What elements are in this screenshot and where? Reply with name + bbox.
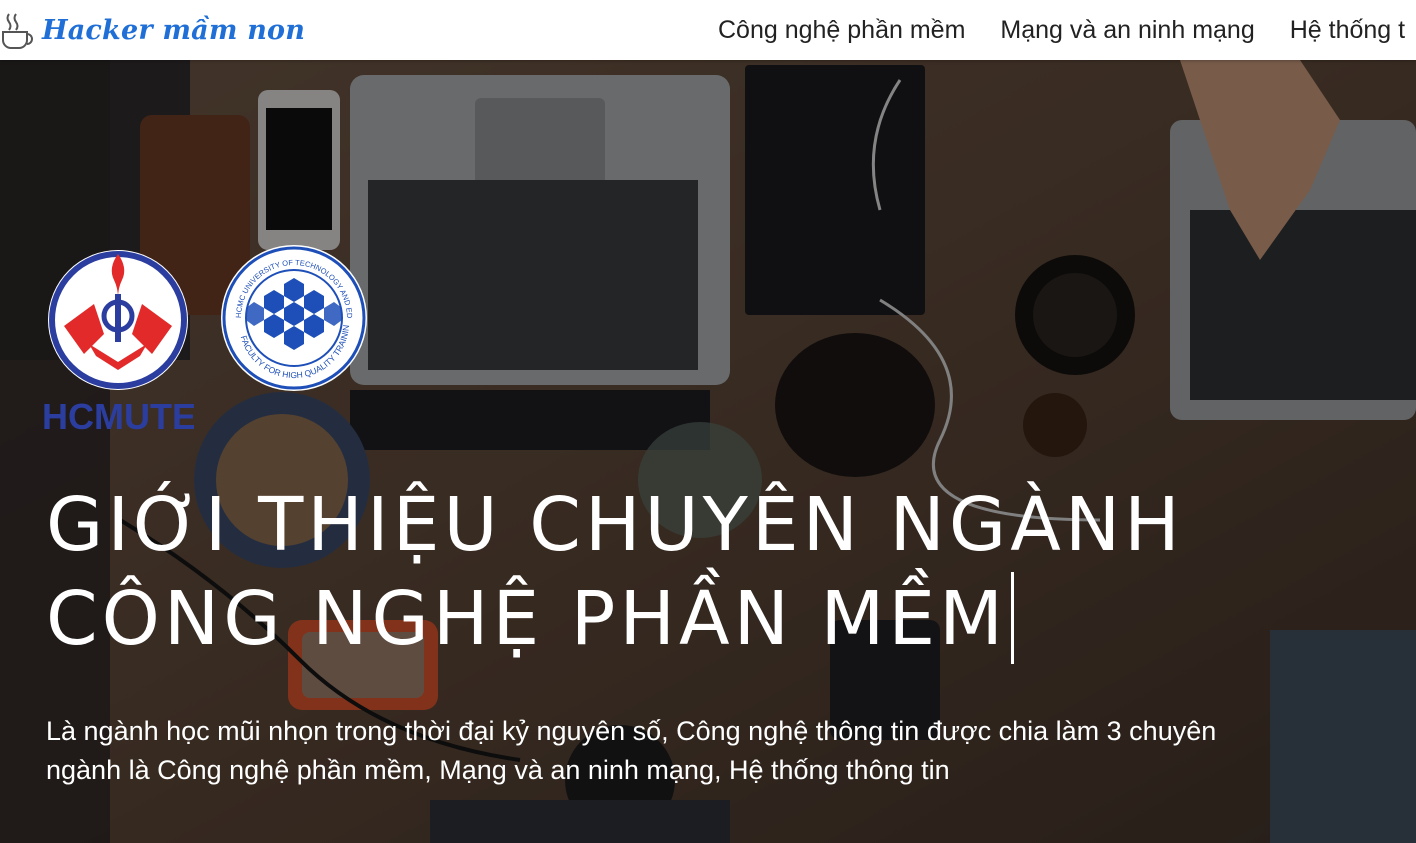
hero-title-line-2-text: CÔNG NGHỆ PHẦN MỀM <box>46 576 1007 662</box>
top-navbar: Hacker mầm non Công nghệ phần mềm Mạng v… <box>0 0 1416 60</box>
nav-link-network-security[interactable]: Mạng và an ninh mạng <box>1000 16 1254 45</box>
nav-link-information-systems[interactable]: Hệ thống t <box>1290 16 1405 45</box>
hero-title: GIỚI THIỆU CHUYÊN NGÀNH CÔNG NGHỆ PHẦN M… <box>46 478 1416 666</box>
nav-link-software-engineering[interactable]: Công nghệ phần mềm <box>718 16 965 45</box>
coffee-cup-icon <box>2 13 33 49</box>
hero-title-line-2: CÔNG NGHỆ PHẦN MỀM <box>46 572 1416 666</box>
hero-section: HCMUTE HCMC UNIVERSITY OF TECHNOLOGY AND… <box>0 60 1416 843</box>
brand-name: Hacker mầm non <box>42 14 306 46</box>
brand-link[interactable]: Hacker mầm non <box>0 8 305 52</box>
hero-title-line-1: GIỚI THIỆU CHUYÊN NGÀNH <box>46 482 1184 568</box>
faculty-logo: HCMC UNIVERSITY OF TECHNOLOGY AND EDUCAT… <box>219 243 367 391</box>
typing-cursor <box>1010 572 1014 664</box>
hcmute-logo-text: HCMUTE <box>44 396 194 434</box>
hcmute-logo: HCMUTE <box>44 250 194 434</box>
main-nav: Công nghệ phần mềm Mạng và an ninh mạng … <box>718 0 1416 60</box>
hero-description: Là ngành học mũi nhọn trong thời đại kỷ … <box>46 716 1217 785</box>
